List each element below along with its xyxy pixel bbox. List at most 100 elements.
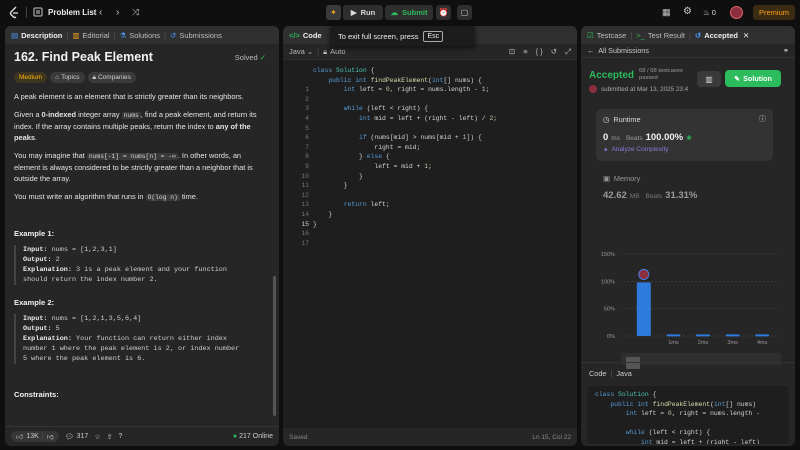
code-area[interactable]: class Solution { public int findPeakElem… <box>313 66 497 229</box>
share-icon[interactable]: ⇪ <box>107 433 113 441</box>
memory-card[interactable]: ▣ Memory 42.62 MB Beats 31.31% <box>596 169 773 209</box>
chevron-left-icon[interactable]: ‹ <box>99 7 102 18</box>
braces-icon[interactable]: { } <box>536 47 543 57</box>
comments-button[interactable]: 💬︎ 317 <box>65 433 89 441</box>
settings-icon[interactable]: ⚙ <box>683 6 692 17</box>
line-number: 3 <box>305 105 309 113</box>
alarm-icon[interactable]: ⏰ <box>436 5 451 20</box>
companies-label: Companies <box>97 74 131 81</box>
language-label: Java <box>289 47 305 56</box>
p3-code: nums[-1] = nums[n] = -∞ <box>86 153 178 160</box>
memory-unit: MB <box>629 193 640 200</box>
tab-test-result[interactable]: >_ Test Result <box>636 31 685 40</box>
analyze-complexity-link[interactable]: ✦ Analyze Complexity <box>603 146 766 154</box>
check-circle-icon: ✓ <box>259 52 266 62</box>
tab-editorial[interactable]: ▥ Editorial <box>72 31 109 40</box>
memory-label: Memory <box>613 174 641 183</box>
solution-button[interactable]: ✎ Solution <box>725 70 781 87</box>
help-icon[interactable]: ? <box>118 433 122 440</box>
play-icon: ▶ <box>350 8 357 17</box>
description-paragraph-2: Given a 0-indexed integer array nums, fi… <box>14 109 266 143</box>
thumbs-down-icon[interactable]: 👎︎ <box>47 432 54 441</box>
terminal-icon: >_ <box>636 30 645 40</box>
difficulty-badge: Medium <box>14 72 48 83</box>
tab-submissions-label: Submissions <box>179 30 222 40</box>
tab-code[interactable]: </> Code <box>289 31 322 40</box>
chart-bar[interactable] <box>636 282 651 336</box>
expand-icon[interactable]: ⤢ <box>565 47 571 57</box>
book-icon: ▥ <box>705 74 713 84</box>
memory-value: 42.62 <box>603 190 627 201</box>
layout-icon[interactable]: ▦ <box>662 7 671 18</box>
chip-icon: ▣ <box>603 174 610 183</box>
companies-tag[interactable]: 🔒︎ Companies <box>87 72 136 83</box>
run-button[interactable]: ▶ Run <box>343 5 383 20</box>
ex2-input-value: nums = [1,2,1,3,5,6,4] <box>51 315 142 323</box>
runtime-value: 0 <box>603 132 609 143</box>
tab-accepted[interactable]: ↺ Accepted ✕ <box>695 31 749 40</box>
x-tick-label: 4ms <box>757 340 768 346</box>
example-1: Example 1: Input: nums = [1,2,3,1] Outpu… <box>14 229 266 285</box>
code-icon: </> <box>289 30 300 40</box>
auto-complete-toggle[interactable]: 🔒︎ Auto <box>323 47 345 57</box>
tab-testcase[interactable]: ☑ Testcase <box>587 31 626 40</box>
leetcode-logo-icon[interactable] <box>8 6 20 19</box>
premium-button[interactable]: Premium <box>753 5 795 20</box>
link-icon[interactable]: ⚭ <box>783 46 789 55</box>
chart-bar[interactable] <box>696 334 710 337</box>
tab-submissions[interactable]: ↺ Submissions <box>170 31 222 40</box>
reset-icon[interactable]: ↺ <box>551 47 557 57</box>
chevron-right-icon[interactable]: › <box>116 7 119 18</box>
constraints-title: Constraints: <box>14 390 59 399</box>
streak-counter[interactable]: ♨ 0 <box>703 8 716 17</box>
comment-count: 317 <box>76 433 89 440</box>
format-icon[interactable]: ≡ <box>523 47 527 57</box>
p4-text-b: time. <box>179 192 198 201</box>
x-tick-label: 2ms <box>698 340 709 346</box>
problem-list-link[interactable]: Problem List <box>48 8 96 17</box>
list-icon[interactable] <box>33 7 43 17</box>
ex1-output-value: 2 <box>55 256 60 264</box>
lock-icon: 🔒︎ <box>92 73 96 81</box>
solution-label: Solution <box>743 74 772 83</box>
x-tick-label: 1ms <box>668 340 679 346</box>
tag-row: Medium ⌂ Topics 🔒︎ Companies <box>14 72 266 83</box>
editor-toolbar: Java ⌄ | 🔒︎ Auto ⊡ ≡ { } ↺ ⤢ <box>283 44 577 60</box>
chart-bar[interactable] <box>725 334 740 337</box>
line-number: 6 <box>305 134 309 142</box>
code-section-label: Code <box>589 369 607 378</box>
topics-tag[interactable]: ⌂ Topics <box>50 72 85 83</box>
line-number: 16 <box>301 230 309 238</box>
language-select[interactable]: Java ⌄ <box>289 47 313 56</box>
star-icon[interactable]: ☆ <box>94 433 100 441</box>
runtime-card[interactable]: ◷ Runtime ⓘ 0 ms Beats 100.00% ❀ ✦ Analyze … <box>596 109 773 161</box>
share-button[interactable]: ▥ <box>697 71 721 87</box>
bookmark-icon[interactable]: ⊡ <box>509 47 515 57</box>
avatar <box>589 85 597 93</box>
example-2-box: Input: nums = [1,2,1,3,5,6,4] Output: 5 … <box>14 314 266 364</box>
note-icon[interactable]: ▢ <box>457 5 472 20</box>
y-tick-label: 100% <box>601 279 615 285</box>
solved-status: Solved ✓ <box>235 53 266 62</box>
debug-icon[interactable]: ✦ <box>326 5 341 20</box>
fire-icon: ♨ <box>703 8 710 17</box>
close-icon[interactable]: ✕ <box>743 31 749 40</box>
runtime-label: Runtime <box>613 114 641 124</box>
leaf-icon: ❀ <box>686 135 692 142</box>
avatar[interactable] <box>730 6 743 19</box>
chart-bar[interactable] <box>666 334 681 337</box>
all-submissions-link[interactable]: ← All Submissions <box>587 46 649 55</box>
description-paragraph-3: You may imagine that nums[-1] = nums[n] … <box>14 150 266 184</box>
chart-bar[interactable] <box>755 334 770 337</box>
p2-text-d: . <box>34 133 38 142</box>
like-button[interactable]: 👍︎ 13K | 👎︎ <box>11 431 59 442</box>
tab-solutions[interactable]: ⚗ Solutions <box>119 31 160 40</box>
tab-testcase-label: Testcase <box>596 30 627 40</box>
info-icon[interactable]: ⓘ <box>759 114 766 124</box>
scrollbar[interactable] <box>273 276 276 416</box>
tab-description[interactable]: ▤ Description <box>11 31 62 40</box>
code-editor-panel: </> Code Java ⌄ | 🔒︎ Auto ⊡ ≡ { } ↺ ⤢ 12 34 5… <box>283 26 577 446</box>
shuffle-icon[interactable]: ⤨ <box>132 7 139 18</box>
submit-button[interactable]: ☁ Submit <box>385 5 433 20</box>
ex1-output-label: Output: <box>23 256 52 264</box>
